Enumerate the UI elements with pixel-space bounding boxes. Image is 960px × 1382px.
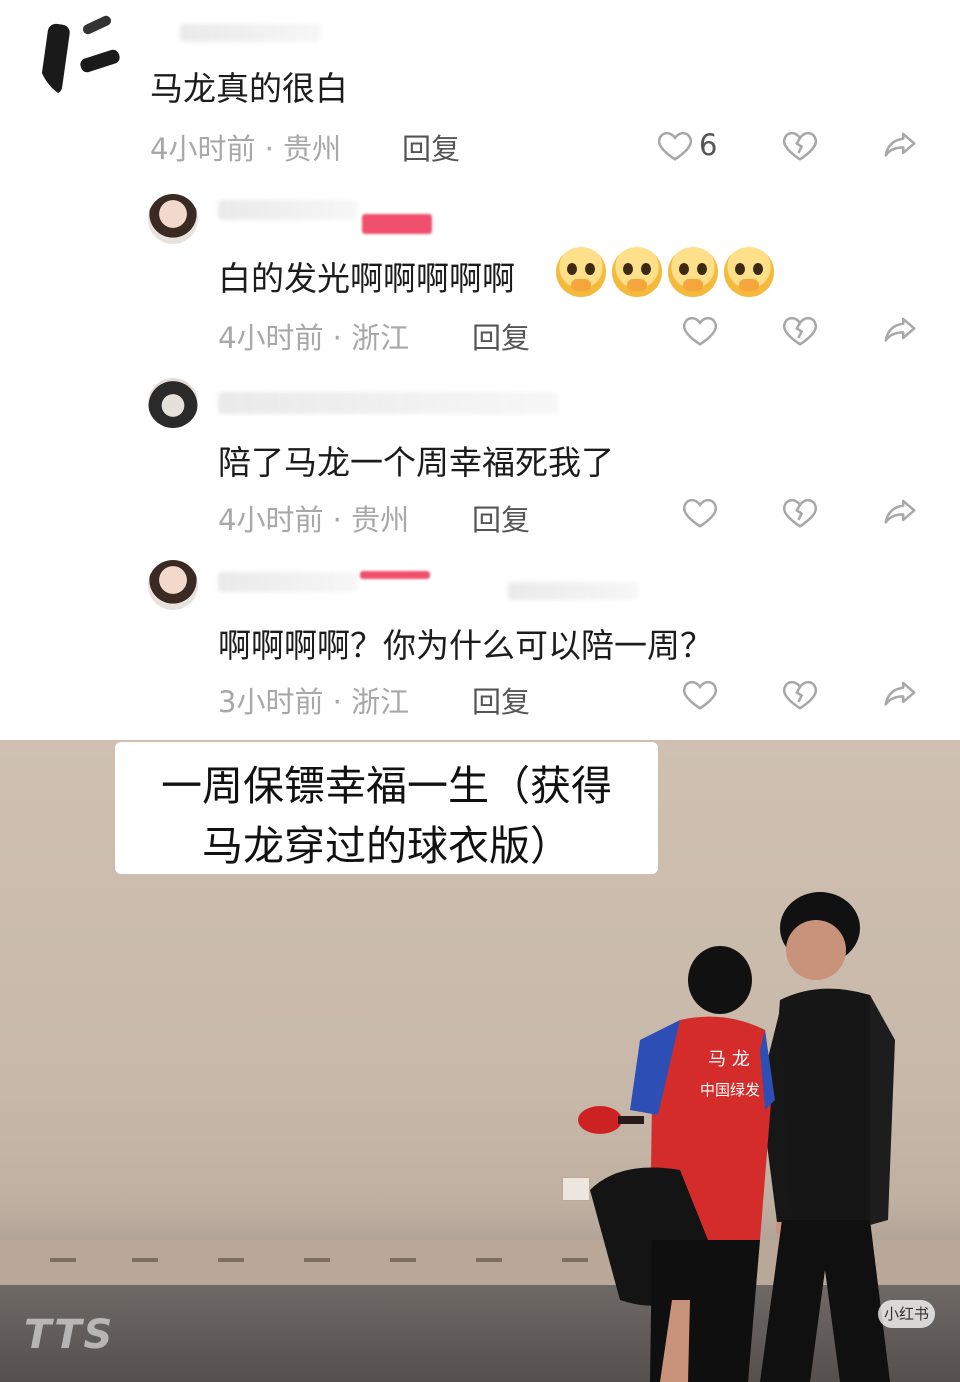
jersey-sponsor: 中国绿发 <box>700 1081 760 1099</box>
wall-dash <box>218 1258 244 1262</box>
heart-outline-icon[interactable] <box>680 310 720 350</box>
heart-outline-icon[interactable] <box>680 674 720 714</box>
pleading-face-emoji <box>724 247 774 297</box>
avatar[interactable] <box>148 560 198 610</box>
wall-dash <box>476 1258 502 1262</box>
broken-heart-icon[interactable] <box>780 310 820 350</box>
caption-line-1: 一周保镖幸福一生（获得 <box>161 762 612 810</box>
comment-meta: 4小时前 · 贵州 <box>150 132 342 166</box>
share-arrow-icon[interactable] <box>880 492 920 532</box>
share-arrow-icon[interactable] <box>880 125 920 165</box>
pleading-face-emoji <box>668 247 718 297</box>
author-tag <box>360 571 430 579</box>
reply-button[interactable]: 回复 <box>402 126 460 168</box>
pleading-face-emoji <box>612 247 662 297</box>
username-blurred[interactable] <box>218 572 358 592</box>
comment-meta: 4小时前 · 浙江 <box>218 321 410 355</box>
comment-text: 啊啊啊啊？你为什么可以陪一周？ <box>218 626 713 665</box>
player-figure: 马 龙 中国绿发 <box>578 946 775 1382</box>
comment-meta: 3小时前 · 浙江 <box>218 685 410 719</box>
caption-box: 一周保镖幸福一生（获得 马龙穿过的球衣版） <box>115 742 658 874</box>
comment-text: 马龙真的很白 <box>150 69 348 108</box>
heart-outline-icon[interactable] <box>680 492 720 532</box>
jersey-name: 马 龙 <box>708 1049 750 1070</box>
pleading-face-emoji <box>556 247 606 297</box>
comment-thread: 马龙真的很白 4小时前 · 贵州 回复 6 白的发光啊啊啊啊啊 4小时前 · 浙… <box>0 0 960 740</box>
share-arrow-icon[interactable] <box>880 674 920 714</box>
broken-heart-icon[interactable] <box>780 492 820 532</box>
watermark-xiaohongshu: 小红书 <box>878 1300 936 1328</box>
avatar[interactable] <box>148 378 198 428</box>
broken-heart-icon[interactable] <box>780 125 820 165</box>
broken-heart-icon[interactable] <box>780 674 820 714</box>
attached-photo[interactable]: 一周保镖幸福一生（获得 马龙穿过的球衣版） 马 龙 中国绿发 TTS 小红书 <box>0 740 960 1382</box>
like-count: 6 <box>699 128 718 162</box>
caption-line-2: 马龙穿过的球衣版） <box>202 822 571 870</box>
reply-button[interactable]: 回复 <box>472 679 530 721</box>
comment-meta: 4小时前 · 贵州 <box>218 503 410 537</box>
wall-dash <box>304 1258 330 1262</box>
heart-outline-icon[interactable] <box>655 125 695 165</box>
username-blurred[interactable] <box>180 24 320 42</box>
reply-button[interactable]: 回复 <box>472 315 530 357</box>
username-blurred[interactable] <box>218 392 558 414</box>
author-tag <box>362 214 432 234</box>
watermark-tts: TTS <box>24 1312 115 1358</box>
reply-button[interactable]: 回复 <box>472 497 530 539</box>
username-blurred[interactable] <box>218 200 358 220</box>
avatar[interactable] <box>148 194 198 244</box>
username-blurred[interactable] <box>508 582 638 600</box>
wall-dash <box>50 1258 76 1262</box>
share-arrow-icon[interactable] <box>880 310 920 350</box>
emoji-row <box>556 247 774 297</box>
comment-text: 白的发光啊啊啊啊啊 <box>218 259 515 298</box>
avatar[interactable] <box>38 6 134 102</box>
wall-dash <box>390 1258 416 1262</box>
comment-text: 陪了马龙一个周幸福死我了 <box>218 443 614 482</box>
wall-dash <box>132 1258 158 1262</box>
